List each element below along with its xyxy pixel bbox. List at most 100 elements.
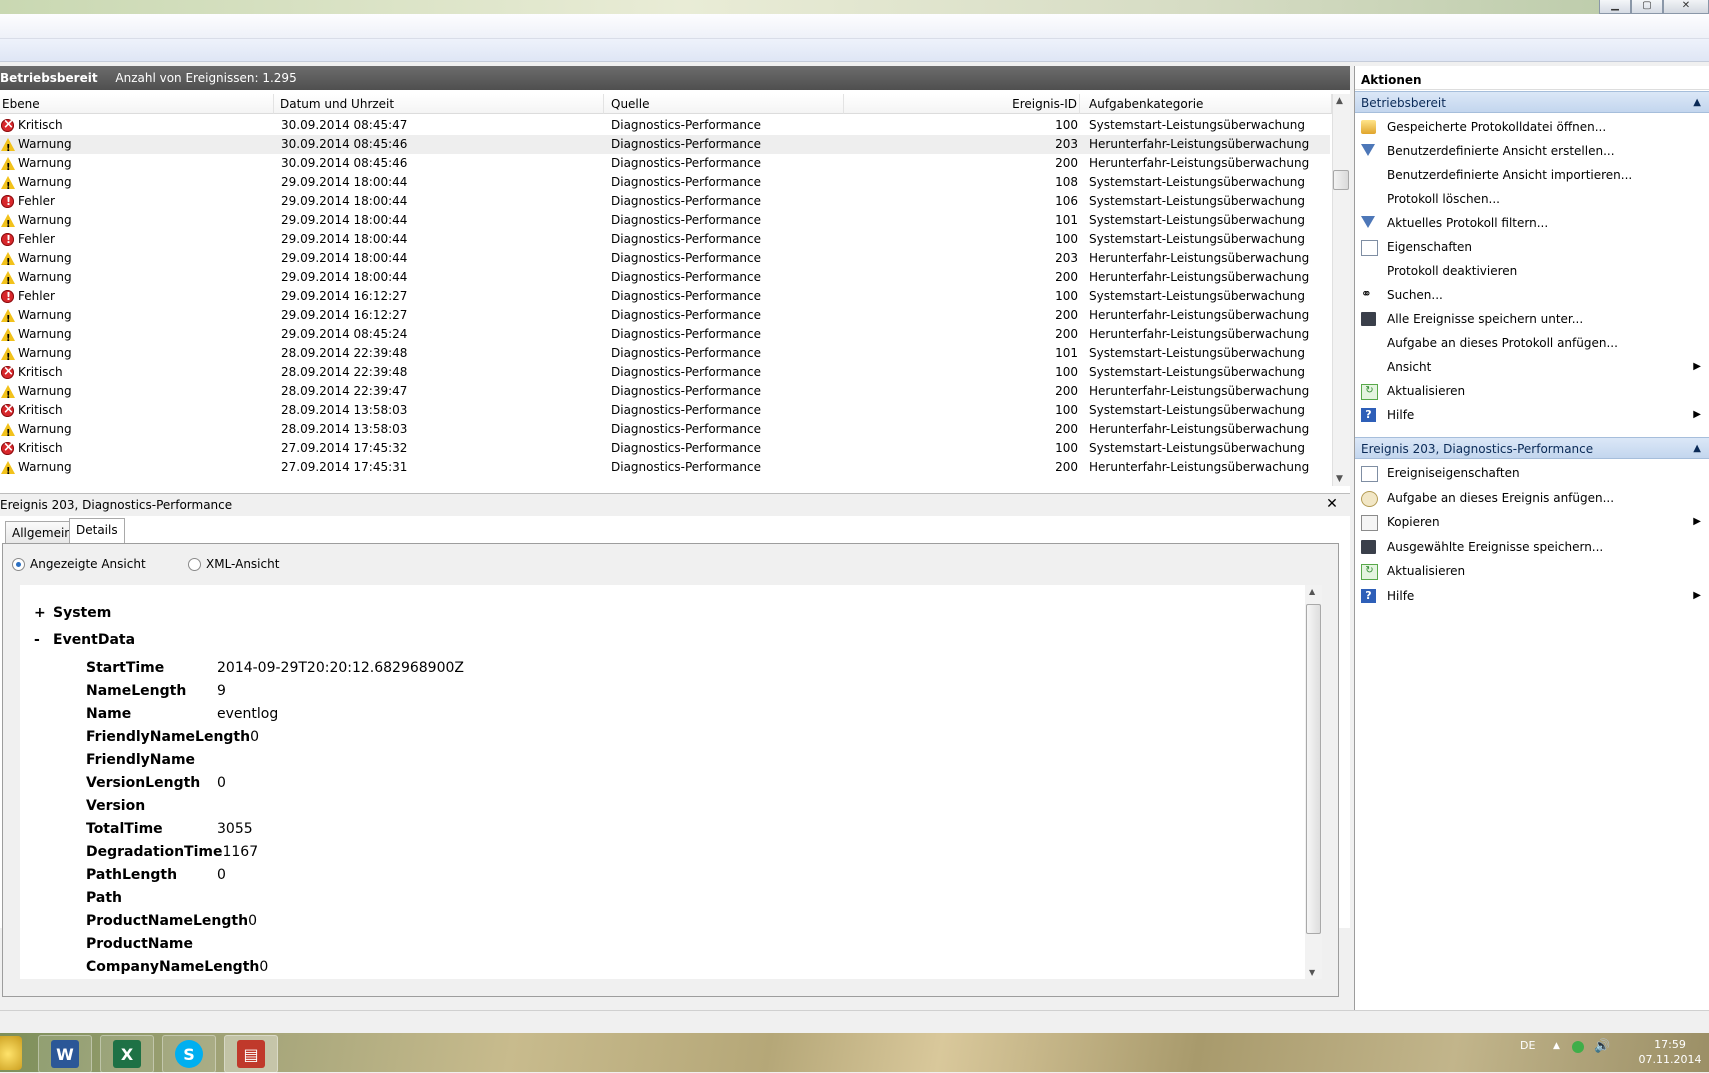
taskbar-word[interactable]: W — [38, 1035, 92, 1073]
tab-details[interactable]: Details — [69, 518, 125, 545]
action-item[interactable]: Protokoll löschen... — [1355, 187, 1709, 211]
table-row[interactable]: Warnung 30.09.2014 08:45:46 Diagnostics-Pe… — [0, 154, 1330, 173]
security-icon[interactable] — [1572, 1041, 1584, 1053]
table-row[interactable]: Fehler 29.09.2014 16:12:27 Diagnostics-Per… — [0, 287, 1330, 306]
critical-icon — [1, 401, 14, 419]
table-row[interactable]: Fehler 29.09.2014 18:00:44 Diagnostics-Per… — [0, 230, 1330, 249]
detail-title: Ereignis 203, Diagnostics-Performance — [0, 493, 1350, 516]
table-row[interactable]: Kritisch 28.09.2014 13:58:03 Diagnostics-P… — [0, 401, 1330, 420]
action-item[interactable]: ⚭ Suchen... — [1355, 283, 1709, 307]
error-icon — [1, 287, 14, 306]
action-item[interactable]: Aufgabe an dieses Ereignis anfügen... — [1355, 486, 1709, 510]
table-row[interactable]: Warnung 29.09.2014 18:00:44 Diagnostics-Pe… — [0, 249, 1330, 268]
action-item[interactable]: Gespeicherte Protokolldatei öffnen... — [1355, 115, 1709, 139]
eventdata-field: PathLength 0 — [86, 865, 226, 886]
action-item[interactable]: Aktuelles Protokoll filtern... — [1355, 211, 1709, 235]
volume-icon[interactable]: 🔊 — [1594, 1039, 1610, 1054]
field-name: CompanyNameLength — [86, 959, 260, 975]
language-indicator[interactable]: DE — [1520, 1039, 1535, 1052]
system-node[interactable]: System — [53, 605, 111, 621]
table-row[interactable]: Kritisch 28.09.2014 22:39:48 Diagnostics-P… — [0, 363, 1330, 382]
event-id-cell: 100 — [1055, 118, 1078, 132]
level-cell: Warnung — [18, 460, 72, 474]
action-item[interactable]: Benutzerdefinierte Ansicht importieren..… — [1355, 163, 1709, 187]
collapse-icon[interactable]: ▲ — [1693, 438, 1701, 460]
table-row[interactable]: Fehler 29.09.2014 18:00:44 Diagnostics-Per… — [0, 192, 1330, 211]
action-item[interactable]: ? Hilfe ▶ — [1355, 584, 1709, 608]
radio-display-view[interactable] — [12, 558, 25, 571]
table-row[interactable]: Warnung 29.09.2014 16:12:27 Diagnostics-Pe… — [0, 306, 1330, 325]
actions-section-event[interactable]: Ereignis 203, Diagnostics-Performance ▲ — [1355, 437, 1709, 459]
date-cell: 28.09.2014 22:39:48 — [281, 346, 408, 360]
refresh-icon: ↻ — [1361, 384, 1378, 400]
table-row[interactable]: Warnung 28.09.2014 13:58:03 Diagnostics-Pe… — [0, 420, 1330, 439]
maximize-button[interactable]: ▢ — [1631, 0, 1663, 14]
action-item[interactable]: Kopieren ▶ — [1355, 510, 1709, 534]
radio-xml-view-label[interactable]: XML-Ansicht — [206, 555, 279, 573]
table-row[interactable]: Kritisch 27.09.2014 17:45:32 Diagnostics-P… — [0, 439, 1330, 458]
action-item[interactable]: ↻ Aktualisieren — [1355, 559, 1709, 583]
tab-allgemein[interactable]: Allgemein — [5, 521, 79, 544]
filter-icon — [1361, 144, 1375, 156]
taskbar-excel[interactable]: X — [100, 1035, 154, 1073]
action-item[interactable]: Ausgewählte Ereignisse speichern... — [1355, 535, 1709, 559]
action-item[interactable]: Alle Ereignisse speichern unter... — [1355, 307, 1709, 331]
action-item[interactable]: Eigenschaften — [1355, 235, 1709, 259]
eventdata-node[interactable]: EventData — [53, 632, 135, 648]
table-row[interactable]: Warnung 30.09.2014 08:45:46 Diagnostics-Pe… — [0, 135, 1330, 154]
table-row[interactable]: Warnung 28.09.2014 22:39:48 Diagnostics-Pe… — [0, 344, 1330, 363]
clock-time[interactable]: 17:59 — [1640, 1038, 1700, 1051]
close-button[interactable]: ✕ — [1663, 0, 1709, 14]
detail-close-icon[interactable]: ✕ — [1323, 493, 1341, 515]
table-row[interactable]: Warnung 29.09.2014 18:00:44 Diagnostics-Pe… — [0, 173, 1330, 192]
word-icon: W — [51, 1040, 79, 1068]
column-event-id[interactable]: Ereignis-ID — [844, 94, 1080, 114]
details-scroll-thumb[interactable] — [1306, 604, 1321, 934]
system-toggle-icon[interactable]: + — [34, 605, 46, 621]
action-item[interactable]: Ereigniseigenschaften — [1355, 461, 1709, 485]
scroll-down-icon[interactable]: ▼ — [1309, 968, 1315, 977]
table-row[interactable]: Warnung 28.09.2014 22:39:47 Diagnostics-Pe… — [0, 382, 1330, 401]
clock-date[interactable]: 07.11.2014 — [1632, 1053, 1708, 1066]
table-row[interactable]: Warnung 29.09.2014 08:45:24 Diagnostics-Pe… — [0, 325, 1330, 344]
collapse-icon[interactable]: ▲ — [1693, 92, 1701, 114]
table-row[interactable]: Warnung 29.09.2014 18:00:44 Diagnostics-Pe… — [0, 211, 1330, 230]
scroll-down-icon[interactable]: ▼ — [1336, 474, 1343, 484]
column-date[interactable]: Datum und Uhrzeit — [274, 94, 604, 114]
action-item[interactable]: Aufgabe an dieses Protokoll anfügen... — [1355, 331, 1709, 355]
date-cell: 29.09.2014 16:12:27 — [281, 289, 408, 303]
column-level[interactable]: Ebene — [0, 94, 274, 114]
minimize-button[interactable]: ▁ — [1599, 0, 1631, 14]
task-category-cell: Systemstart-Leistungsüberwachung — [1089, 213, 1305, 227]
action-item[interactable]: Protokoll deaktivieren — [1355, 259, 1709, 283]
field-value: 0 — [217, 867, 226, 883]
event-id-cell: 200 — [1055, 327, 1078, 341]
date-cell: 28.09.2014 13:58:03 — [281, 403, 408, 417]
event-id-cell: 200 — [1055, 270, 1078, 284]
show-hidden-icons-icon[interactable]: ▲ — [1553, 1041, 1560, 1051]
radio-xml-view[interactable] — [188, 558, 201, 571]
table-row[interactable]: Warnung 27.09.2014 17:45:31 Diagnostics-Pe… — [0, 458, 1330, 477]
table-row[interactable]: Kritisch 30.09.2014 08:45:47 Diagnostics-P… — [0, 116, 1330, 135]
task-category-cell: Herunterfahr-Leistungsüberwachung — [1089, 384, 1310, 398]
taskbar-event-viewer[interactable]: ▤ — [224, 1035, 278, 1073]
action-item[interactable]: Benutzerdefinierte Ansicht erstellen... — [1355, 139, 1709, 163]
scroll-up-icon[interactable]: ▲ — [1336, 96, 1343, 106]
grid-scrollbar[interactable]: ▲ ▼ — [1332, 94, 1350, 486]
field-name: Name — [86, 706, 132, 722]
eventdata-toggle-icon[interactable]: - — [34, 632, 40, 648]
actions-section-log[interactable]: Betriebsbereit ▲ — [1355, 91, 1709, 113]
column-source[interactable]: Quelle — [604, 94, 844, 114]
eventdata-field: NameLength 9 — [86, 681, 226, 702]
action-item[interactable]: Ansicht ▶ — [1355, 355, 1709, 379]
action-item[interactable]: ? Hilfe ▶ — [1355, 403, 1709, 427]
radio-display-view-label[interactable]: Angezeigte Ansicht — [30, 555, 146, 573]
table-row[interactable]: Warnung 29.09.2014 18:00:44 Diagnostics-Pe… — [0, 268, 1330, 287]
folder-icon[interactable] — [0, 1036, 22, 1070]
column-task-category[interactable]: Aufgabenkategorie — [1080, 94, 1332, 114]
grid-scroll-thumb[interactable] — [1333, 170, 1349, 190]
action-item[interactable]: ↻ Aktualisieren — [1355, 379, 1709, 403]
level-cell: Warnung — [18, 327, 72, 341]
scroll-up-icon[interactable]: ▲ — [1309, 587, 1315, 596]
taskbar-skype[interactable]: S — [162, 1035, 216, 1073]
